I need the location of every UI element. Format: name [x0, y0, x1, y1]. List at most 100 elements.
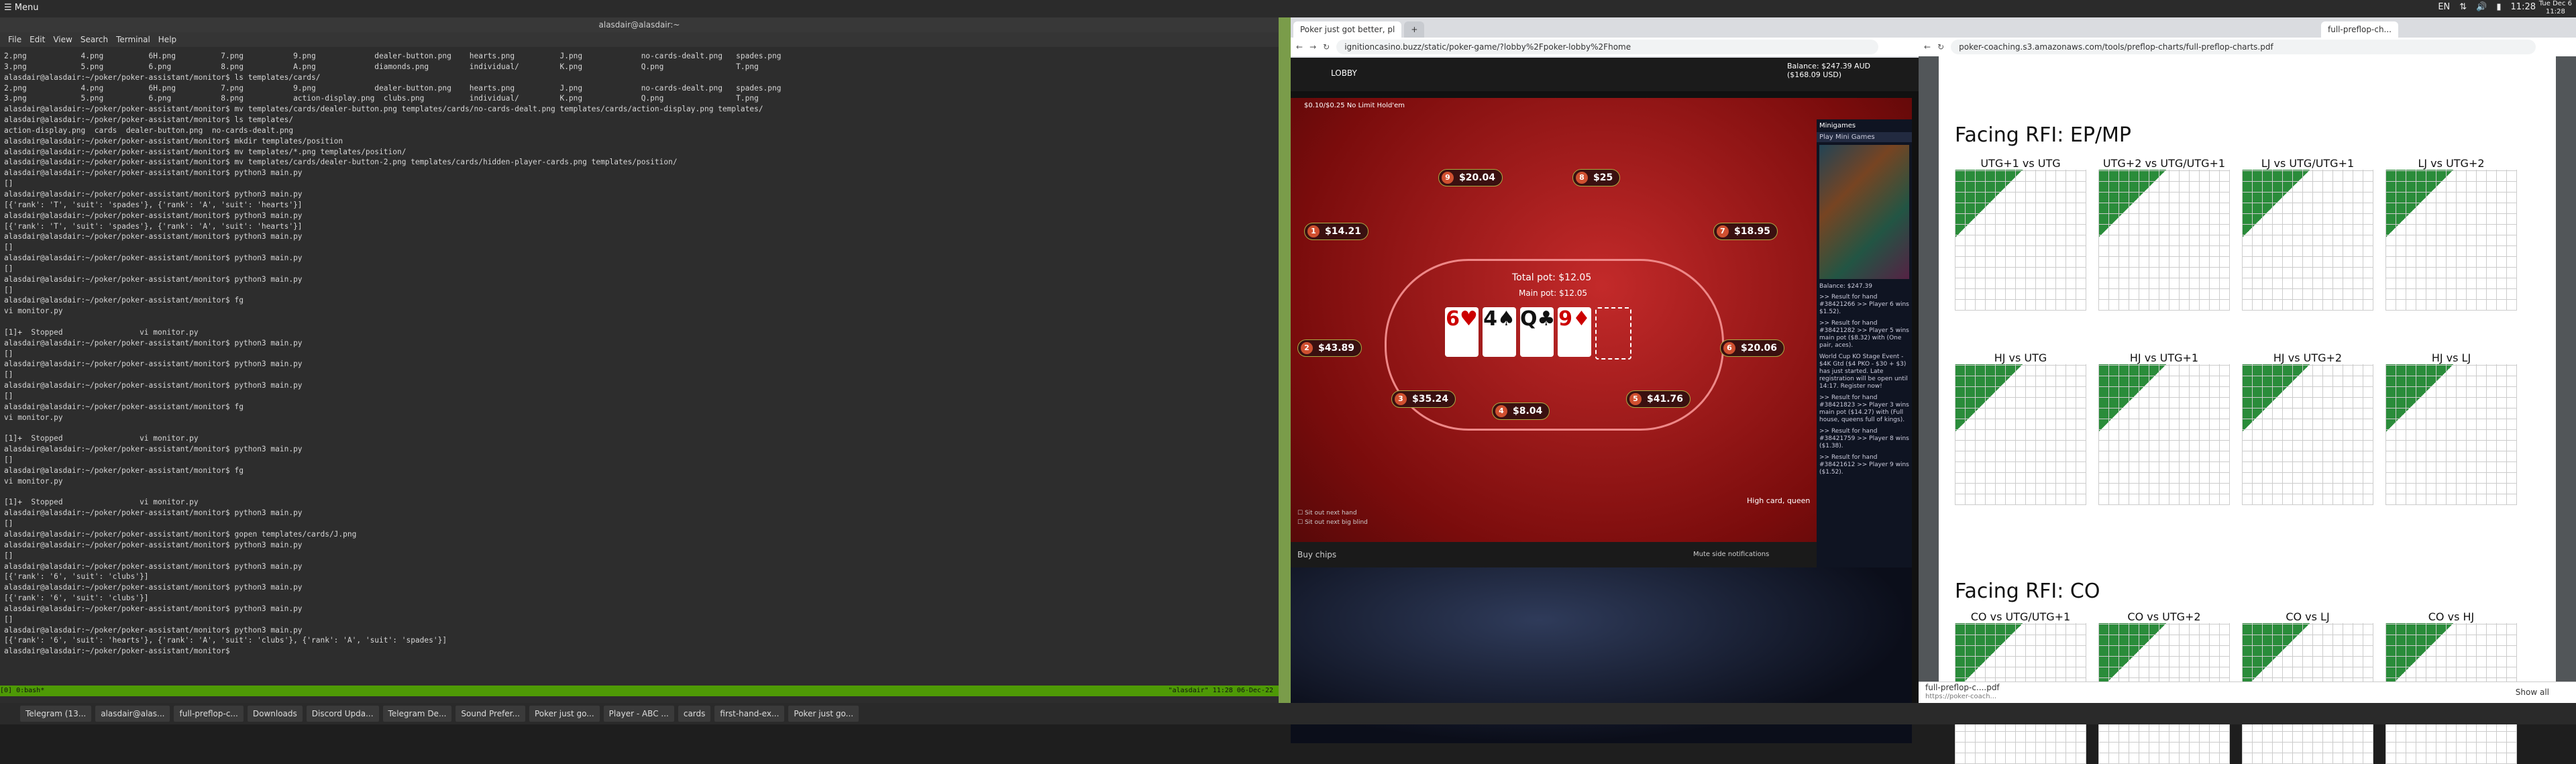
menu-help[interactable]: Help — [158, 35, 176, 44]
sit-out-next-hand[interactable]: ☐ Sit out next hand — [1297, 508, 1368, 518]
board-card: 6♥ — [1445, 307, 1479, 357]
range-chart-title: HJ vs UTG — [1994, 351, 2047, 364]
forward-icon[interactable]: → — [1309, 42, 1316, 52]
player-seat[interactable]: 9 $20.04 — [1438, 169, 1503, 186]
taskbar-item[interactable]: Poker just go... — [529, 706, 600, 722]
stack-amount: $18.95 — [1734, 226, 1771, 237]
minigame-balance: Balance: $247.39 — [1819, 283, 1873, 290]
toolbar: ← ↻ poker-coaching.s3.amazonaws.com/tool… — [1919, 38, 2576, 56]
taskbar-item[interactable]: Sound Prefer... — [455, 706, 525, 722]
seat-number: 7 — [1717, 225, 1729, 237]
player-seat[interactable]: 7 $18.95 — [1713, 223, 1778, 240]
menu-icon: ☰ — [4, 3, 15, 13]
player-seat[interactable]: 3 $35.24 — [1391, 390, 1456, 408]
player-seat[interactable]: 4 $8.04 — [1492, 402, 1550, 420]
sit-out-big-blind[interactable]: ☐ Sit out next big blind — [1297, 518, 1368, 527]
menu-file[interactable]: File — [8, 35, 21, 44]
player-seat[interactable]: 2 $43.89 — [1297, 339, 1362, 357]
system-tray: EN ⇅ 🔊 ▮ 11:28 — [2438, 2, 2536, 12]
menu-search[interactable]: Search — [80, 35, 108, 44]
board-card: 9♦ — [1558, 307, 1591, 357]
reload-icon[interactable]: ↻ — [1323, 42, 1330, 52]
tab-poker[interactable]: Poker just got better, pl — [1293, 21, 1402, 38]
table-title: $0.10/$0.25 No Limit Hold'em — [1304, 102, 1405, 109]
range-grid — [1955, 170, 2086, 311]
seat-number: 3 — [1395, 393, 1407, 405]
stack-amount: $41.76 — [1647, 394, 1684, 404]
poker-browser-window: Poker just got better, pl + ← → ↻ igniti… — [1291, 17, 1919, 743]
hand-description: High card, queen — [1747, 496, 1811, 505]
stack-amount: $14.21 — [1325, 226, 1362, 237]
tab-pdf[interactable]: full-preflop-ch... — [2321, 21, 2398, 38]
range-chart: HJ vs UTG — [1955, 351, 2086, 505]
range-chart-title: UTG+1 vs UTG — [1980, 157, 2061, 170]
range-chart-title: CO vs UTG+2 — [2127, 610, 2201, 623]
range-chart-title: CO vs HJ — [2428, 610, 2475, 623]
menu-edit[interactable]: Edit — [30, 35, 45, 44]
terminal-menubar: File Edit View Search Terminal Help — [0, 32, 1279, 47]
clock[interactable]: Tue Dec 6 11:28 — [2539, 0, 2572, 16]
taskbar-item[interactable]: Discord Upda... — [306, 706, 379, 722]
menu-view[interactable]: View — [53, 35, 72, 44]
seat-number: 6 — [1723, 342, 1735, 354]
player-seat[interactable]: 8 $25 — [1572, 169, 1621, 186]
battery-icon[interactable]: ▮ — [2496, 2, 2501, 12]
range-grid — [1955, 364, 2086, 505]
player-seat[interactable]: 1 $14.21 — [1304, 223, 1369, 240]
taskbar-item[interactable]: Poker just go... — [788, 706, 859, 722]
log-entry: >> Result for hand #38421266 >> Player 6… — [1819, 294, 1909, 315]
range-chart: HJ vs UTG+1 — [2098, 351, 2230, 505]
tray-time[interactable]: 11:28 — [2511, 2, 2536, 12]
taskbar-item[interactable]: Downloads — [247, 706, 303, 722]
taskbar-item[interactable]: first-hand-ex... — [714, 706, 785, 722]
stack-amount: $20.06 — [1741, 343, 1778, 353]
pdf-viewer[interactable]: Facing RFI: EP/MP UTG+1 vs UTG UTG+2 vs U… — [1919, 56, 2576, 764]
terminal-window: alasdair@alasdair:~ File Edit View Search Te… — [0, 17, 1279, 703]
show-all-button[interactable]: Show all — [2516, 688, 2549, 697]
taskbar-item[interactable]: Telegram (13... — [20, 706, 92, 722]
address-bar[interactable]: ignitioncasino.buzz/static/poker-game/?l… — [1336, 40, 1878, 54]
play-mini-games[interactable]: Play Mini Games — [1817, 132, 1912, 142]
range-grid — [2385, 364, 2517, 505]
minigames-title: Minigames — [1819, 122, 1856, 129]
new-tab-button[interactable]: + — [1404, 21, 1425, 38]
download-bar: full-preflop-c....pdf https://poker-coach… — [1919, 681, 2576, 704]
log-entry: >> Result for hand #38421612 >> Player 9… — [1819, 454, 1909, 476]
taskbar-item[interactable]: Player - ABC ... — [603, 706, 674, 722]
taskbar-item[interactable]: alasdair@alas... — [95, 706, 170, 722]
player-seat[interactable]: 6 $20.06 — [1720, 339, 1785, 357]
taskbar-item[interactable]: full-preflop-c... — [174, 706, 244, 722]
back-icon[interactable]: ← — [1296, 42, 1303, 52]
taskbar-item[interactable]: Telegram De... — [382, 706, 452, 722]
address-bar[interactable]: poker-coaching.s3.amazonaws.com/tools/pr… — [1951, 40, 2536, 54]
lobby-button[interactable]: LOBBY — [1331, 68, 1357, 78]
range-chart-title: UTG+2 vs UTG/UTG+1 — [2102, 157, 2226, 170]
reload-icon[interactable]: ↻ — [1937, 42, 1944, 52]
board-cards: 6♥ 4♠ Q♣ 9♦ — [1445, 307, 1631, 360]
seat-number: 4 — [1495, 405, 1507, 417]
keyboard-layout-icon[interactable]: EN — [2438, 2, 2450, 12]
menu-button[interactable]: ☰ Menu — [4, 3, 39, 13]
log-entry: >> Result for hand #38421759 >> Player 8… — [1819, 428, 1909, 449]
stack-amount: $43.89 — [1318, 343, 1355, 353]
range-chart-title: CO vs LJ — [2286, 610, 2330, 623]
minigame-tiles[interactable] — [1819, 145, 1909, 279]
mute-toggle[interactable]: Mute side notifications — [1693, 542, 1769, 567]
back-icon[interactable]: ← — [1924, 42, 1931, 52]
terminal-output[interactable]: 2.png 4.png 6H.png 7.png 9.png dealer-bu… — [4, 51, 782, 657]
range-chart: LJ vs UTG/UTG+1 — [2242, 157, 2373, 311]
taskbar-item[interactable]: cards — [678, 706, 711, 722]
network-icon[interactable]: ⇅ — [2459, 2, 2467, 12]
range-chart-title: HJ vs UTG+2 — [2273, 351, 2343, 364]
range-chart: HJ vs LJ — [2385, 351, 2517, 505]
stack-amount: $25 — [1593, 172, 1613, 183]
buy-chips-button[interactable]: Buy chips — [1297, 550, 1336, 559]
download-item[interactable]: full-preflop-c....pdf https://poker-coach… — [1925, 684, 2000, 701]
menu-terminal[interactable]: Terminal — [116, 35, 150, 44]
window-divider[interactable] — [1279, 17, 1291, 703]
section-heading: Facing RFI: CO — [1955, 580, 2100, 603]
player-seat[interactable]: 5 $41.76 — [1626, 390, 1691, 408]
range-chart: HJ vs UTG+2 — [2242, 351, 2373, 505]
volume-icon[interactable]: 🔊 — [2476, 2, 2487, 12]
log-entry: World Cup KO Stage Event - $4K Gtd ($4 P… — [1819, 353, 1908, 390]
